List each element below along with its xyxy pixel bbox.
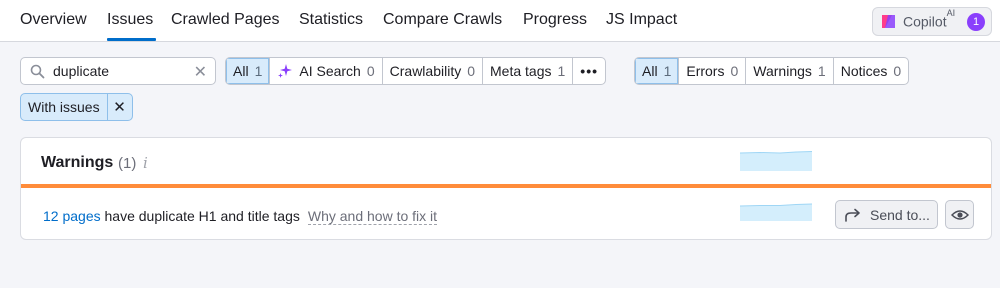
- share-arrow-icon: [845, 208, 860, 222]
- warnings-card: Warnings (1) i 12 pages have duplicate H…: [20, 137, 992, 240]
- copilot-button[interactable]: CopilotAI 1: [872, 7, 992, 36]
- search-field[interactable]: duplicate ✕: [20, 57, 216, 85]
- category-ai-search[interactable]: AI Search 0: [269, 58, 381, 84]
- category-meta-tags-count: 1: [557, 63, 566, 79]
- issue-description: have duplicate H1 and title tags: [100, 208, 300, 224]
- tab-progress[interactable]: Progress: [523, 11, 587, 29]
- more-categories-button[interactable]: •••: [572, 58, 605, 84]
- card-title: Warnings: [41, 154, 114, 171]
- severity-warnings-count: 1: [817, 63, 826, 79]
- category-all-count: 1: [254, 63, 263, 79]
- category-crawlability[interactable]: Crawlability 0: [381, 58, 482, 84]
- sparkle-icon: [278, 64, 293, 78]
- severity-errors-label: Errors: [686, 63, 725, 79]
- card-count: (1): [118, 155, 137, 172]
- pages-link[interactable]: 12 pages: [43, 208, 101, 224]
- category-all-label: All: [233, 63, 249, 79]
- card-header: Warnings (1) i: [21, 138, 991, 186]
- category-crawlability-label: Crawlability: [389, 63, 462, 79]
- send-to-button[interactable]: Send to...: [835, 200, 938, 229]
- severity-warnings-label: Warnings: [753, 63, 812, 79]
- copilot-label: CopilotAI: [903, 8, 956, 30]
- tab-statistics[interactable]: Statistics: [299, 11, 363, 29]
- tab-issues[interactable]: Issues: [107, 11, 153, 29]
- send-to-label: Send to...: [870, 206, 930, 223]
- search-icon: [30, 64, 45, 79]
- warnings-trend-sparkline: [740, 151, 812, 171]
- info-icon[interactable]: i: [143, 154, 148, 172]
- severity-all[interactable]: All 1: [635, 58, 679, 84]
- top-nav: Overview Issues Crawled Pages Statistics…: [0, 0, 1000, 42]
- category-meta-tags-label: Meta tags: [490, 63, 552, 79]
- tab-js-impact[interactable]: JS Impact: [606, 11, 677, 29]
- tab-crawled-pages[interactable]: Crawled Pages: [171, 11, 280, 29]
- copilot-badge: 1: [967, 13, 985, 31]
- search-input-value[interactable]: duplicate: [53, 63, 109, 79]
- severity-notices-label: Notices: [840, 63, 888, 79]
- more-dots-icon: •••: [580, 63, 599, 79]
- with-issues-chip[interactable]: With issues ✕: [20, 93, 133, 121]
- why-fix-link[interactable]: Why and how to fix it: [307, 208, 438, 225]
- severity-all-label: All: [642, 63, 658, 79]
- with-issues-chip-label: With issues: [28, 99, 100, 115]
- close-icon[interactable]: ✕: [194, 62, 207, 82]
- category-filter: All 1 AI Search 0 Crawlability 0 Meta ta…: [225, 57, 607, 85]
- severity-filter: All 1 Errors 0 Warnings 1 Notices 0: [634, 57, 910, 85]
- category-ai-search-label: AI Search: [299, 63, 361, 79]
- copilot-logo-icon: [882, 15, 895, 28]
- severity-notices[interactable]: Notices 0: [832, 58, 908, 84]
- eye-icon: [950, 209, 969, 220]
- severity-warnings[interactable]: Warnings 1: [745, 58, 832, 84]
- tab-compare-crawls[interactable]: Compare Crawls: [383, 11, 502, 29]
- category-crawlability-count: 0: [467, 63, 476, 79]
- category-meta-tags[interactable]: Meta tags 1: [482, 58, 572, 84]
- warning-severity-bar: [21, 184, 991, 188]
- category-ai-search-count: 0: [366, 63, 375, 79]
- severity-notices-count: 0: [893, 63, 902, 79]
- active-tab-indicator: [107, 38, 156, 41]
- hide-issue-button[interactable]: [945, 200, 974, 229]
- severity-errors-count: 0: [730, 63, 739, 79]
- issue-trend-sparkline: [740, 203, 812, 221]
- chip-close-icon[interactable]: ✕: [106, 94, 132, 120]
- category-all[interactable]: All 1: [226, 58, 270, 84]
- tab-overview[interactable]: Overview: [20, 11, 87, 29]
- issue-row: 12 pages have duplicate H1 and title tag…: [43, 208, 438, 225]
- severity-errors[interactable]: Errors 0: [678, 58, 745, 84]
- severity-all-count: 1: [663, 63, 672, 79]
